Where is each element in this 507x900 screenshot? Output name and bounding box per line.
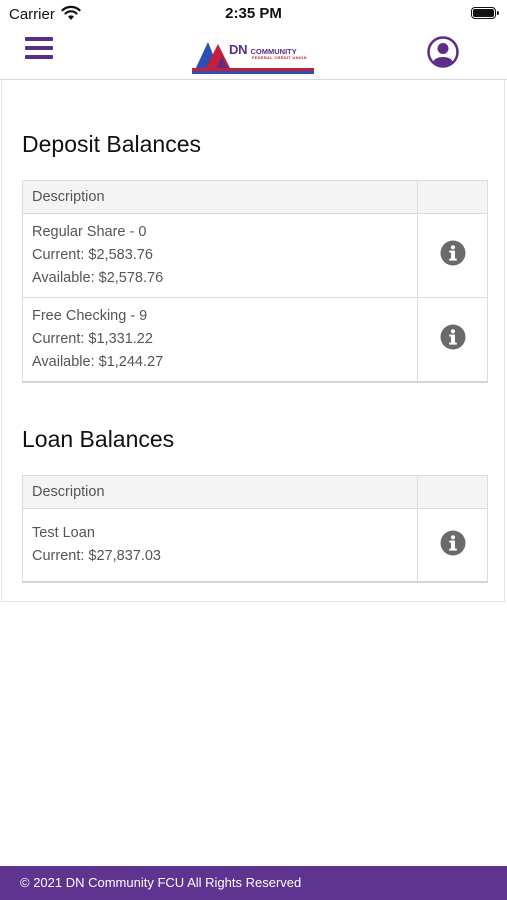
account-current-balance: Current: $2,583.76: [32, 247, 153, 263]
account-cell: Free Checking - 9 Current: $1,331.22 Ava…: [22, 297, 418, 383]
account-name: Regular Share - 0: [32, 224, 147, 240]
clock: 2:35 PM: [225, 5, 282, 22]
balances-panel: Deposit Balances Description Regular Sha…: [1, 80, 505, 602]
battery-icon: [471, 7, 499, 19]
logo-name: DN: [229, 42, 248, 57]
account-name: Free Checking - 9: [32, 308, 148, 324]
deposit-balances-table: Description Regular Share - 0 Current: $…: [22, 180, 488, 383]
menu-button[interactable]: [25, 37, 55, 61]
nav-bar: DN COMMUNITY FEDERAL CREDIT UNION: [0, 28, 507, 80]
table-row: Regular Share - 0 Current: $2,583.76 Ava…: [22, 213, 488, 298]
logo-subtitle: FEDERAL CREDIT UNION: [252, 55, 307, 60]
loan-name: Test Loan: [32, 525, 95, 541]
hamburger-icon: [25, 37, 53, 41]
table-row: Free Checking - 9 Current: $1,331.22 Ava…: [22, 297, 488, 383]
loan-current-balance: Current: $27,837.03: [32, 548, 161, 564]
deposit-section-title: Deposit Balances: [22, 131, 201, 157]
copyright-text: © 2021 DN Community FCU All Rights Reser…: [20, 875, 302, 890]
hamburger-icon-bar: [25, 55, 53, 59]
loan-balances-table: Description Test Loan Current: $27,837.0…: [22, 475, 488, 583]
account-available-balance: Available: $2,578.76: [32, 270, 164, 286]
info-icon[interactable]: [440, 530, 466, 556]
table-row: Test Loan Current: $27,837.03: [22, 508, 488, 583]
loan-cell: Test Loan Current: $27,837.03: [22, 508, 418, 583]
column-header-actions: [417, 180, 488, 214]
account-cell: Regular Share - 0 Current: $2,583.76 Ava…: [22, 213, 418, 298]
info-cell: [417, 297, 488, 383]
table-header-row: Description: [22, 475, 488, 509]
column-header-description: Description: [22, 180, 418, 214]
profile-button[interactable]: [427, 36, 459, 68]
column-header-description: Description: [22, 475, 418, 509]
table-header-row: Description: [22, 180, 488, 214]
account-available-balance: Available: $1,244.27: [32, 354, 164, 370]
info-icon[interactable]: [440, 240, 466, 266]
footer: © 2021 DN Community FCU All Rights Reser…: [0, 866, 507, 900]
info-icon[interactable]: [440, 324, 466, 350]
status-bar: Carrier 2:35 PM: [0, 0, 507, 28]
brand-logo[interactable]: DN COMMUNITY FEDERAL CREDIT UNION: [192, 40, 316, 74]
account-current-balance: Current: $1,331.22: [32, 331, 153, 347]
info-cell: [417, 508, 488, 583]
column-header-actions: [417, 475, 488, 509]
info-cell: [417, 213, 488, 298]
loan-section-title: Loan Balances: [22, 426, 175, 452]
hamburger-icon-bar: [25, 46, 53, 50]
